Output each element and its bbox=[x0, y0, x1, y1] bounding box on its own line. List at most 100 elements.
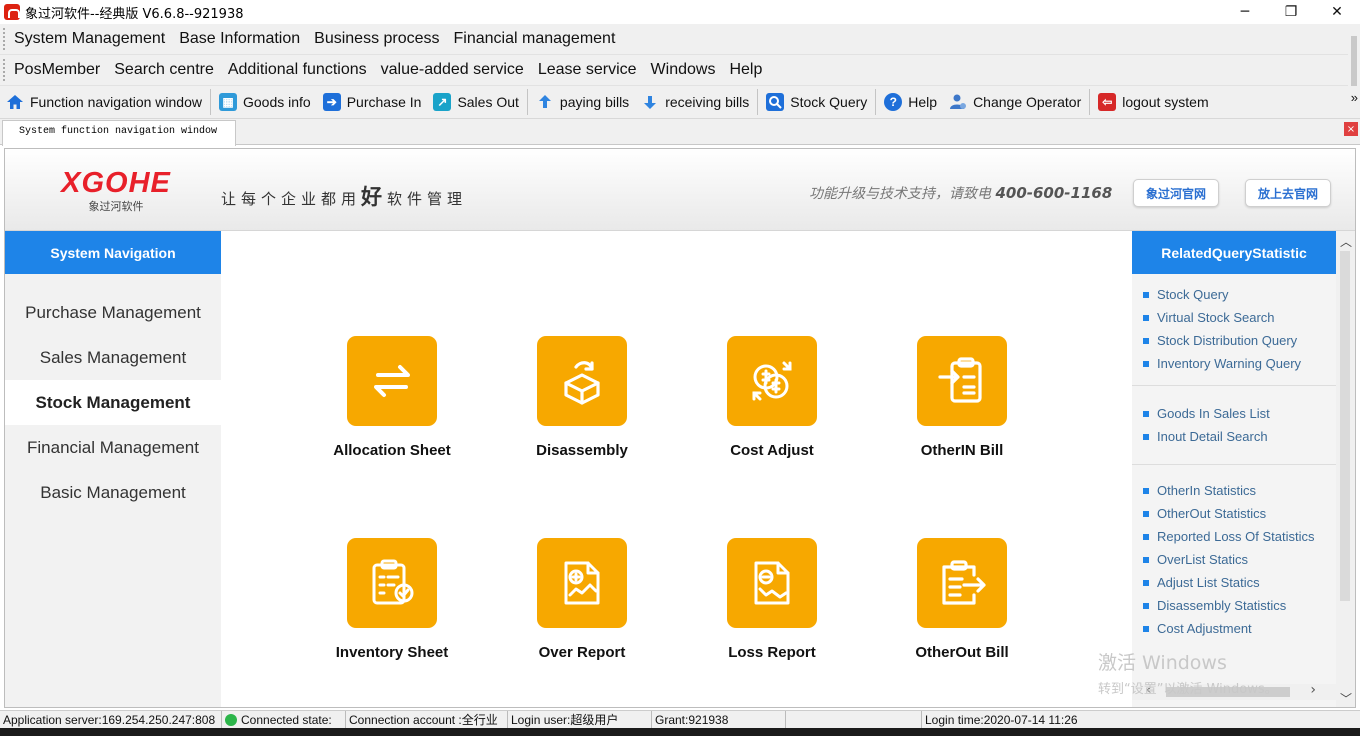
toolbar-help-button[interactable]: ? Help bbox=[878, 88, 943, 116]
tile[interactable] bbox=[537, 336, 627, 426]
bullet-icon bbox=[1143, 314, 1149, 321]
tile[interactable] bbox=[347, 538, 437, 628]
bullet-icon bbox=[1143, 360, 1149, 367]
user-switch-icon bbox=[949, 93, 967, 111]
link-inout-detail-search[interactable]: Inout Detail Search bbox=[1132, 425, 1336, 448]
hotline-number: 400-600-1168 bbox=[995, 184, 1113, 202]
scroll-left-icon[interactable]: ‹ bbox=[1146, 682, 1152, 698]
link-overlist-statics[interactable]: OverList Statics bbox=[1132, 548, 1336, 571]
card-disassembly[interactable]: Disassembly bbox=[487, 336, 677, 476]
toolbar-separator bbox=[875, 89, 877, 115]
toolbar-sales-out-button[interactable]: ↗ Sales Out bbox=[427, 88, 524, 116]
link-adjust-list-statics[interactable]: Adjust List Statics bbox=[1132, 571, 1336, 594]
link-disassembly-statistics[interactable]: Disassembly Statistics bbox=[1132, 594, 1336, 617]
sidebar-item-stock-management[interactable]: Stock Management bbox=[5, 380, 221, 425]
menu-help[interactable]: Help bbox=[722, 61, 769, 79]
download-icon bbox=[641, 93, 659, 111]
bullet-icon bbox=[1143, 337, 1149, 344]
tile[interactable] bbox=[917, 538, 1007, 628]
document-minus-icon bbox=[754, 561, 790, 605]
toolbar-purchase-in-button[interactable]: ➔ Purchase In bbox=[317, 88, 428, 116]
official-site-button[interactable]: 象过河官网 bbox=[1133, 179, 1219, 207]
fangshangqu-site-button[interactable]: 放上去官网 bbox=[1245, 179, 1331, 207]
link-goods-in-sales-list[interactable]: Goods In Sales List bbox=[1132, 402, 1336, 425]
minimize-button[interactable]: ─ bbox=[1222, 0, 1268, 24]
tile[interactable] bbox=[727, 336, 817, 426]
menu-lease-service[interactable]: Lease service bbox=[531, 61, 644, 79]
tile[interactable] bbox=[917, 336, 1007, 426]
card-inventory-sheet[interactable]: Inventory Sheet bbox=[297, 538, 487, 678]
menu-base-information[interactable]: Base Information bbox=[172, 30, 307, 48]
tile[interactable] bbox=[347, 336, 437, 426]
scroll-down-icon[interactable]: ﹀ bbox=[1340, 690, 1352, 707]
related-query-panel: RelatedQueryStatistic Stock Query Virtua… bbox=[1132, 231, 1336, 707]
toolbar-paying-bills-button[interactable]: paying bills bbox=[530, 88, 635, 116]
brand-logo: XGOHE 象过河软件 bbox=[51, 169, 181, 214]
toolbar-logout-button[interactable]: ⇦ logout system bbox=[1092, 88, 1214, 116]
panel-hscroll-thumb[interactable] bbox=[1166, 687, 1290, 697]
close-button[interactable]: ✕ bbox=[1314, 0, 1360, 24]
tile[interactable] bbox=[537, 538, 627, 628]
link-stock-distribution-query[interactable]: Stock Distribution Query bbox=[1132, 329, 1336, 352]
card-allocation-sheet[interactable]: Allocation Sheet bbox=[297, 336, 487, 476]
clipboard-check-icon bbox=[372, 559, 414, 605]
card-over-report[interactable]: Over Report bbox=[487, 538, 677, 678]
tab-close-button[interactable]: × bbox=[1344, 122, 1358, 136]
tab-system-function-navigation[interactable]: System function navigation window bbox=[2, 120, 236, 146]
swap-arrows-icon bbox=[374, 365, 410, 397]
link-label: OverList Statics bbox=[1157, 552, 1249, 567]
menu-posmember[interactable]: PosMember bbox=[7, 61, 107, 79]
brand-subtitle: 象过河软件 bbox=[88, 200, 144, 213]
toolbar-overflow-button[interactable]: » bbox=[1351, 90, 1358, 105]
query-group-stock: Stock Query Virtual Stock Search Stock D… bbox=[1132, 274, 1336, 386]
menu-search-centre[interactable]: Search centre bbox=[107, 61, 221, 79]
link-inventory-warning-query[interactable]: Inventory Warning Query bbox=[1132, 352, 1336, 375]
slogan-emphasis: 好 bbox=[361, 185, 388, 209]
maximize-button[interactable]: ❐ bbox=[1268, 0, 1314, 24]
sidebar-item-sales-management[interactable]: Sales Management bbox=[5, 335, 221, 380]
coins-exchange-icon bbox=[752, 361, 792, 401]
link-reported-loss-statistics[interactable]: Reported Loss Of Statistics bbox=[1132, 525, 1336, 548]
toolbar-stock-query-button[interactable]: Stock Query bbox=[760, 88, 873, 116]
scroll-up-icon[interactable]: ︿ bbox=[1340, 233, 1352, 250]
card-otherout-bill[interactable]: OtherOut Bill bbox=[867, 538, 1057, 678]
menu-business-process[interactable]: Business process bbox=[307, 30, 446, 48]
card-otherin-bill[interactable]: OtherIN Bill bbox=[867, 336, 1057, 476]
link-stock-query[interactable]: Stock Query bbox=[1132, 283, 1336, 306]
link-label: Adjust List Statics bbox=[1157, 575, 1260, 590]
toolbar-label: logout system bbox=[1122, 94, 1209, 110]
sidebar-item-financial-management[interactable]: Financial Management bbox=[5, 425, 221, 470]
window-titlebar: 象过河软件--经典版 V6.6.8--921938 ─ ❐ ✕ bbox=[0, 0, 1360, 24]
link-otherout-statistics[interactable]: OtherOut Statistics bbox=[1132, 502, 1336, 525]
menu-system-management[interactable]: System Management bbox=[7, 30, 172, 48]
tile[interactable] bbox=[727, 538, 817, 628]
toolbar-goods-info-button[interactable]: ▦ Goods info bbox=[213, 88, 317, 116]
scroll-right-icon[interactable]: › bbox=[1310, 682, 1316, 698]
menu-additional-functions[interactable]: Additional functions bbox=[221, 61, 374, 79]
bullet-icon bbox=[1143, 579, 1149, 586]
panel-scrollbar-thumb[interactable] bbox=[1340, 251, 1350, 601]
menu-value-added-service[interactable]: value-added service bbox=[374, 61, 531, 79]
menu-windows[interactable]: Windows bbox=[644, 61, 723, 79]
navigation-window: XGOHE 象过河软件 让每个企业都用好软件管理 功能升级与技术支持，请致电 4… bbox=[4, 148, 1356, 708]
status-bar: Application server:169.254.250.247:808 C… bbox=[0, 710, 1360, 728]
link-virtual-stock-search[interactable]: Virtual Stock Search bbox=[1132, 306, 1336, 329]
panel-vertical-scrollbar[interactable]: ︿ ﹀ bbox=[1336, 231, 1355, 707]
menu-financial-management[interactable]: Financial management bbox=[447, 30, 623, 48]
card-cost-adjust[interactable]: Cost Adjust bbox=[677, 336, 867, 476]
link-cost-adjustment[interactable]: Cost Adjustment bbox=[1132, 617, 1336, 640]
toolbar-function-navigation-button[interactable]: Function navigation window bbox=[0, 88, 208, 116]
panel-horizontal-scrollbar[interactable]: ‹ › bbox=[1132, 682, 1336, 700]
sidebar-item-purchase-management[interactable]: Purchase Management bbox=[5, 290, 221, 335]
toolbar-change-operator-button[interactable]: Change Operator bbox=[943, 88, 1087, 116]
toolbar: Function navigation window ▦ Goods info … bbox=[0, 86, 1360, 119]
toolbar-separator bbox=[526, 89, 528, 115]
card-loss-report[interactable]: Loss Report bbox=[677, 538, 867, 678]
link-label: OtherIn Statistics bbox=[1157, 483, 1256, 498]
sidebar-item-basic-management[interactable]: Basic Management bbox=[5, 470, 221, 515]
toolbar-receiving-bills-button[interactable]: receiving bills bbox=[635, 88, 755, 116]
app-logo-icon bbox=[4, 4, 20, 20]
bullet-icon bbox=[1143, 625, 1149, 632]
link-label: Goods In Sales List bbox=[1157, 406, 1270, 421]
link-otherin-statistics[interactable]: OtherIn Statistics bbox=[1132, 479, 1336, 502]
